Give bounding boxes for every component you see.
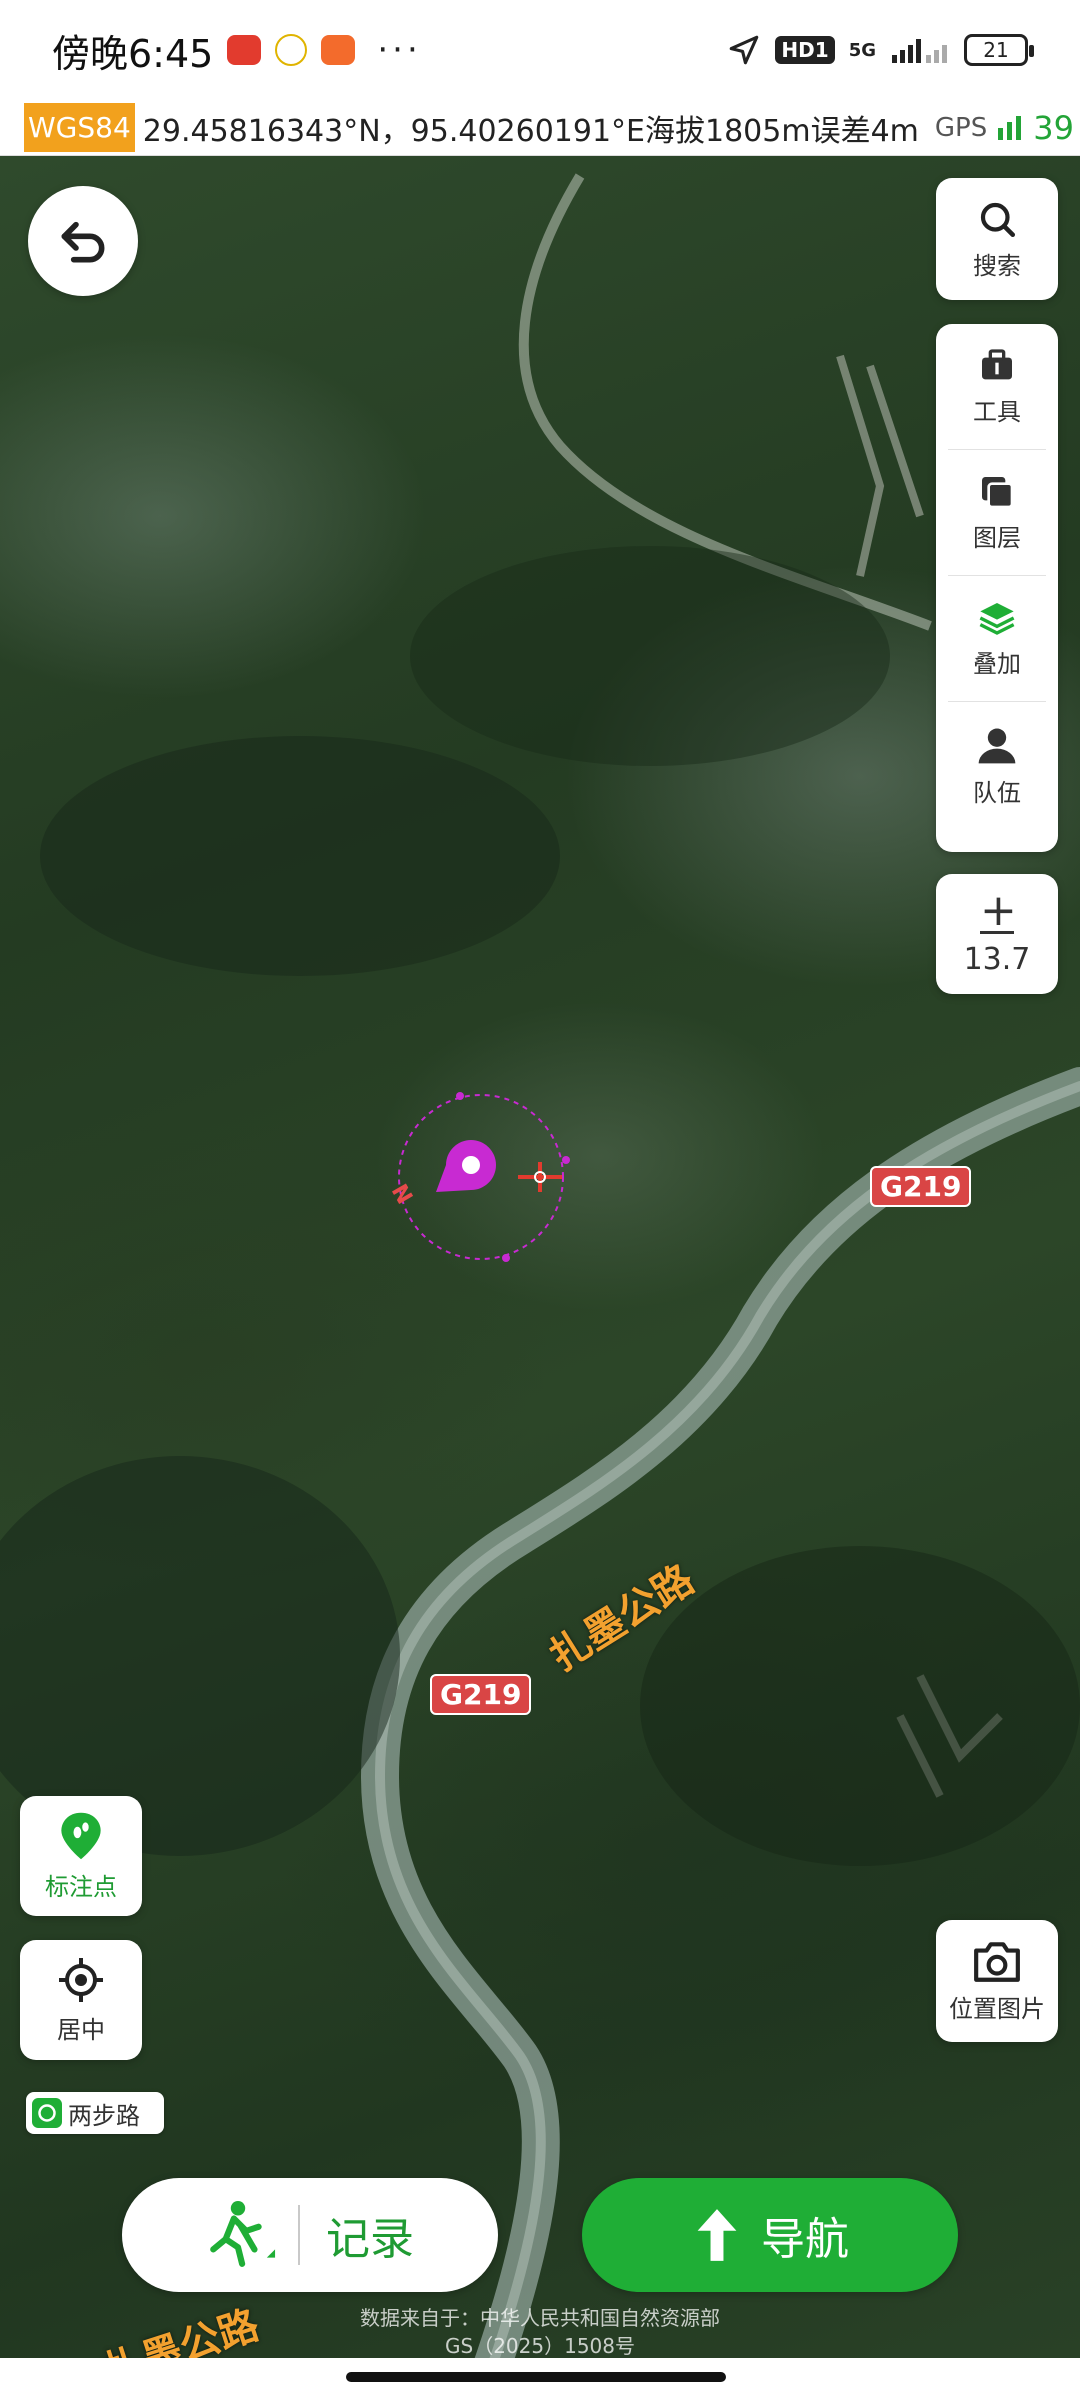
status-right: HD1 5G 21 xyxy=(727,33,1034,67)
tool-panel: 工具 图层 叠加 队伍 xyxy=(936,324,1058,852)
layers-button[interactable]: 图层 xyxy=(948,450,1046,576)
person-icon xyxy=(978,728,1016,763)
layers-icon xyxy=(982,477,1014,509)
battery-indicator: 21 xyxy=(964,34,1034,66)
road-badge-g219: G219 xyxy=(430,1674,532,1715)
back-button[interactable] xyxy=(28,186,138,296)
taobao-app-icon xyxy=(227,35,262,65)
notification-icons xyxy=(227,34,356,66)
gps-status: GPS 39 xyxy=(935,109,1074,147)
navigate-label: 导航 xyxy=(761,2214,849,2265)
gps-signal-icon xyxy=(998,115,1022,140)
location-photo-button[interactable]: 位置图片 xyxy=(936,1920,1058,2042)
toolbox-icon xyxy=(982,349,1012,380)
location-arrow-icon xyxy=(730,35,759,65)
center-label: 居中 xyxy=(57,2015,105,2044)
zoom-control[interactable]: + 13.7 xyxy=(936,874,1058,994)
hiker-icon xyxy=(210,2201,276,2267)
turn-up-arrow-icon xyxy=(697,2209,737,2261)
more-notifications-icon: ··· xyxy=(377,30,422,70)
brand-tag: 两步路 xyxy=(26,2092,164,2134)
copyright-line2: GS（2025）1508号 xyxy=(445,2334,635,2358)
copyright-line1: 数据来自于：中华人民共和国自然资源部 xyxy=(360,2306,720,2330)
status-time: 傍晚6:45 xyxy=(52,31,214,76)
team-label: 队伍 xyxy=(973,778,1021,807)
mark-point-button[interactable]: 标注点 xyxy=(20,1796,142,1916)
brand-name: 两步路 xyxy=(68,2101,140,2130)
overlay-label: 叠加 xyxy=(973,650,1021,678)
coordinate-bar: WGS84 29.45816343°N，95.40260191°E海拔1805m… xyxy=(0,100,1080,156)
search-label: 搜索 xyxy=(973,251,1021,280)
center-button[interactable]: 居中 xyxy=(20,1940,142,2060)
overlay-button[interactable]: 叠加 xyxy=(948,576,1046,702)
satellite-terrain xyxy=(0,173,1080,2400)
zoom-level: 13.7 xyxy=(963,942,1031,977)
stack-icon xyxy=(979,603,1015,635)
coordinate-readout: 29.45816343°N，95.40260191°E海拔1805m误差4m xyxy=(142,113,919,149)
map-view[interactable]: G219 G219 扎墨公路 扎墨公路 N xyxy=(0,156,1080,2400)
tools-button[interactable]: 工具 xyxy=(948,324,1046,450)
record-label: 记录 xyxy=(326,2214,414,2265)
zoom-plus-icon: + xyxy=(980,885,1017,936)
record-divider xyxy=(298,2205,300,2265)
crosshair-icon xyxy=(59,1957,103,2002)
signal-5g-icon: 5G xyxy=(848,39,876,61)
location-photo-label: 位置图片 xyxy=(949,1994,1045,2023)
tools-label: 工具 xyxy=(973,398,1021,426)
search-icon xyxy=(980,202,1016,237)
team-button[interactable]: 队伍 xyxy=(948,702,1046,828)
weibo-app-icon xyxy=(275,34,308,66)
road-badge-g219: G219 xyxy=(870,1166,972,1207)
layers-label: 图层 xyxy=(973,524,1021,552)
datum-label[interactable]: WGS84 xyxy=(24,103,135,152)
gps-satellite-count: 39 xyxy=(1033,108,1074,147)
shopping-app-icon xyxy=(321,35,356,65)
navigate-button[interactable]: 导航 xyxy=(582,2178,958,2292)
hd-badge: HD1 xyxy=(775,36,835,64)
status-bar: 傍晚6:45 ··· HD1 5G 21 xyxy=(0,0,1080,100)
camera-icon xyxy=(974,1941,1020,1982)
brand-logo-icon xyxy=(32,2098,62,2128)
signal-bars-icon xyxy=(892,39,947,63)
search-button[interactable]: 搜索 xyxy=(936,178,1058,300)
record-button[interactable]: 记录 xyxy=(122,2178,498,2292)
mark-point-label: 标注点 xyxy=(45,1872,117,1901)
footprint-pin-icon xyxy=(61,1812,101,1859)
undo-arrow-icon xyxy=(61,221,105,263)
home-indicator[interactable] xyxy=(346,2372,726,2382)
gps-label: GPS xyxy=(934,112,988,143)
current-location-marker xyxy=(398,1092,570,1262)
